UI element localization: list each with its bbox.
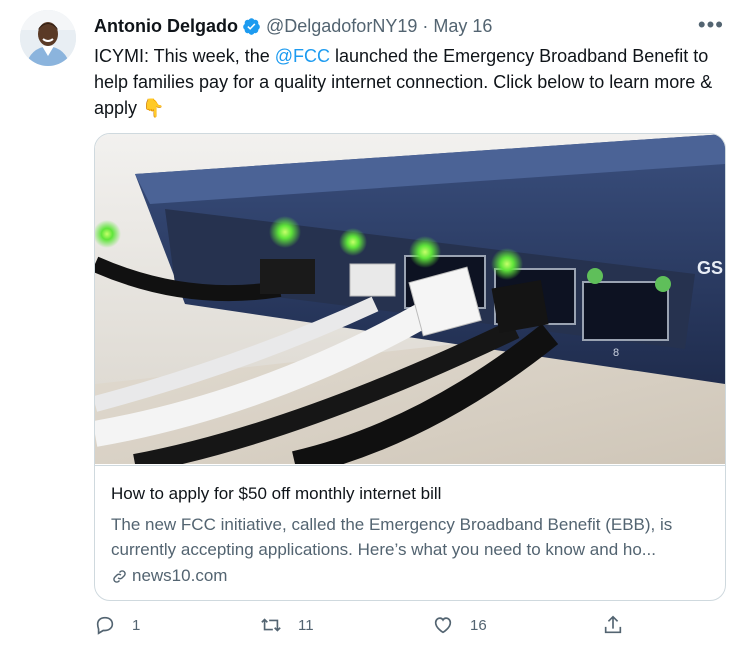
retweet-count: 11: [298, 616, 314, 634]
reply-icon: [96, 616, 114, 635]
avatar[interactable]: [20, 10, 76, 66]
share-icon: [604, 615, 622, 634]
reply-button[interactable]: 1: [94, 614, 140, 636]
link-icon: [113, 569, 126, 583]
verified-badge-icon: [243, 17, 260, 35]
avatar-image: [20, 10, 76, 66]
tweet-date[interactable]: May 16: [433, 16, 492, 37]
author-name[interactable]: Antonio Delgado: [94, 16, 238, 37]
card-body: How to apply for $50 off monthly interne…: [95, 465, 725, 600]
more-icon[interactable]: •••: [698, 12, 724, 38]
image-port-label: 8: [613, 347, 619, 359]
like-button[interactable]: 16: [432, 614, 487, 636]
tweet-text: ICYMI: This week, the @FCC launched the …: [94, 43, 728, 121]
reply-count: 1: [132, 616, 141, 634]
image-device-label: GS: [697, 258, 723, 278]
tweet-text-start: ICYMI: This week, the: [94, 46, 275, 66]
mention-link[interactable]: @FCC: [275, 46, 330, 66]
like-count: 16: [470, 616, 487, 634]
share-button[interactable]: [602, 614, 624, 636]
link-card[interactable]: GS 8 How to apply for $50 off monthly in…: [94, 133, 726, 601]
tweet-header: Antonio Delgado @DelgadoforNY19 · May 16…: [94, 12, 724, 38]
action-bar: 1 11 16: [94, 614, 634, 648]
retweet-icon: [261, 618, 281, 632]
retweet-button[interactable]: 11: [260, 614, 314, 636]
card-domain[interactable]: news10.com: [111, 566, 227, 586]
author-handle[interactable]: @DelgadoforNY19: [266, 16, 417, 37]
separator-dot: ·: [422, 15, 429, 36]
card-image[interactable]: GS 8: [95, 134, 725, 464]
card-description: The new FCC initiative, called the Emerg…: [111, 515, 673, 559]
card-domain-text: news10.com: [132, 566, 228, 585]
card-title[interactable]: How to apply for $50 off monthly interne…: [111, 484, 441, 504]
like-icon: [434, 617, 452, 634]
